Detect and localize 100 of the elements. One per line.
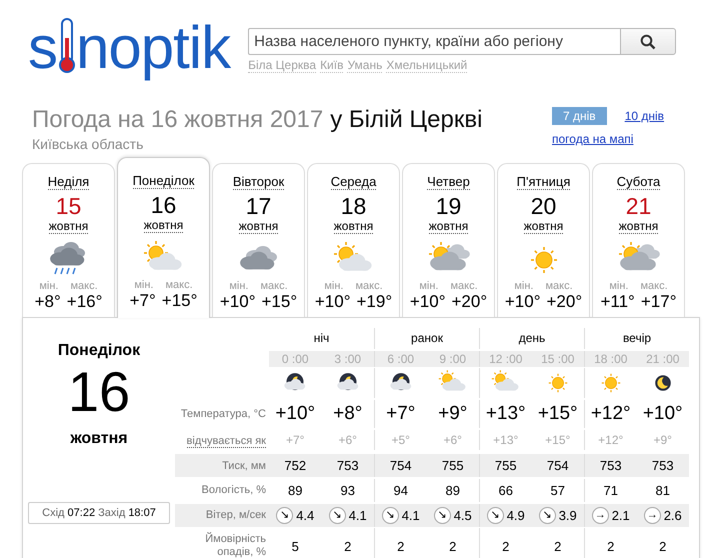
max-label: макс. xyxy=(640,280,668,292)
day-tab[interactable]: Неділя 15 жовтня мін. макс. +8° +16° xyxy=(22,163,115,317)
table-cell: 81 xyxy=(656,482,670,498)
day-number: 16 xyxy=(150,191,176,219)
table-cell: +8° xyxy=(333,402,362,425)
day-tab[interactable]: Понеділок 16 жовтня мін. макс. +7° +15° xyxy=(117,157,210,318)
row-label: Тиск, мм xyxy=(222,460,266,472)
weekday-link[interactable]: Вівторок xyxy=(232,174,284,190)
table-cell: 755 xyxy=(442,458,464,474)
table-cell: 89 xyxy=(446,482,460,498)
min-temp: +8° xyxy=(34,292,61,312)
day-tab[interactable]: Субота 21 жовтня мін. макс. +11° +17° xyxy=(592,163,685,317)
table-cell: 93 xyxy=(340,482,355,498)
row-label: Ймовірність опадів, % xyxy=(204,533,266,558)
table-cell: 2 xyxy=(344,540,352,553)
period-label: день xyxy=(518,331,546,345)
range-tab[interactable]: 10 днів xyxy=(624,109,664,123)
page-title: Погода на 16 жовтня 2017 xyxy=(32,106,324,134)
day-number: 21 xyxy=(626,192,652,220)
table-cell: 4.5 xyxy=(454,508,472,523)
month-title: жовтня xyxy=(70,430,128,448)
month-link[interactable]: жовтня xyxy=(238,220,278,234)
table-cell: +10° xyxy=(642,402,683,425)
min-label: мін. xyxy=(609,280,628,292)
max-temp: +20° xyxy=(546,292,582,312)
max-label: макс. xyxy=(450,280,478,292)
sun-times: Схід 07:22 Захід 18:07 xyxy=(28,502,170,524)
table-cell: 71 xyxy=(604,482,618,498)
min-label: мін. xyxy=(39,280,58,292)
max-temp: +19° xyxy=(356,292,392,312)
table-cell: 2 xyxy=(397,540,404,553)
table-cell: +9° xyxy=(438,402,468,425)
max-temp: +17° xyxy=(640,292,676,312)
max-label: макс. xyxy=(355,280,383,292)
max-temp: +16° xyxy=(66,292,102,312)
table-cell: 753 xyxy=(652,458,674,474)
row-label: Вітер, м/сек xyxy=(206,509,266,522)
table-cell: 755 xyxy=(494,458,517,474)
row-label[interactable]: відчувається як xyxy=(186,434,266,448)
row-label: Температура, °C xyxy=(180,408,266,420)
table-cell: +12° xyxy=(598,432,624,447)
table-cell: 4.9 xyxy=(506,508,525,523)
table-cell: +6° xyxy=(338,432,357,447)
weekday-link[interactable]: П'ятниця xyxy=(516,174,570,190)
day-tab[interactable]: Четвер 19 жовтня мін. макс. +10° +20° xyxy=(402,163,495,317)
max-temp: +20° xyxy=(452,292,488,312)
max-label: макс. xyxy=(545,280,573,292)
month-link[interactable]: жовтня xyxy=(428,220,468,234)
max-temp: +15° xyxy=(162,291,198,311)
logo-text[interactable]: noptik xyxy=(76,18,230,78)
month-link[interactable]: жовтня xyxy=(48,220,88,234)
wind-direction-icon: ↘ xyxy=(382,506,399,524)
table-cell: 2 xyxy=(607,540,614,553)
min-label: мін. xyxy=(514,280,534,292)
table-cell: 2 xyxy=(449,540,456,553)
search-icon xyxy=(640,34,656,50)
table-cell: 2 xyxy=(554,540,562,553)
table-cell: 57 xyxy=(550,482,565,498)
table-cell: 66 xyxy=(498,482,513,498)
logo-text[interactable]: s xyxy=(28,18,57,78)
table-cell: +10° xyxy=(275,402,316,425)
weekday-link[interactable]: Субота xyxy=(616,174,660,190)
day-tab[interactable]: Вівторок 17 жовтня мін. макс. +10° +15° xyxy=(212,163,305,317)
table-cell: 2.1 xyxy=(612,508,630,523)
table-cell: +12° xyxy=(590,402,631,425)
wind-direction-icon: → xyxy=(644,506,661,524)
time-label: 3 :00 xyxy=(334,352,362,366)
wind-direction-icon: ↘ xyxy=(328,506,346,524)
table-cell: +15° xyxy=(545,432,570,447)
min-temp: +10° xyxy=(314,292,350,312)
min-label: мін. xyxy=(324,280,344,292)
weekday-link[interactable]: Неділя xyxy=(48,174,90,190)
table-cell: 94 xyxy=(394,482,408,498)
table-cell: 754 xyxy=(390,458,412,474)
table-cell: +15° xyxy=(538,402,578,425)
table-cell: 2.6 xyxy=(664,508,682,523)
min-label: мін. xyxy=(134,279,154,291)
month-link[interactable]: жовтня xyxy=(524,220,564,234)
thermometer-icon xyxy=(59,18,75,74)
day-tab[interactable]: Середа 18 жовтня мін. макс. +10° +19° xyxy=(307,163,400,317)
weekday-link[interactable]: Четвер xyxy=(427,174,470,190)
month-link[interactable]: жовтня xyxy=(334,220,374,234)
max-label: макс. xyxy=(165,279,193,291)
day-number: 20 xyxy=(530,192,556,220)
period-label: ранок xyxy=(411,331,443,345)
time-label: 12 :00 xyxy=(489,352,522,366)
map-link[interactable]: погода на мапі xyxy=(552,132,634,146)
table-cell: +7° xyxy=(286,432,304,447)
weekday-link[interactable]: Середа xyxy=(330,174,376,190)
search-button[interactable] xyxy=(620,28,676,55)
max-label: макс. xyxy=(70,280,98,292)
table-cell: +9° xyxy=(654,432,672,447)
weekday-link[interactable]: Понеділок xyxy=(132,173,194,189)
day-tab[interactable]: П'ятниця 20 жовтня мін. макс. +10° +20° xyxy=(497,163,590,317)
min-temp: +10° xyxy=(220,292,256,312)
month-link[interactable]: жовтня xyxy=(144,219,184,233)
time-label: 0 :00 xyxy=(282,352,309,366)
search-field[interactable]: Назва населеного пункту, країни або регіону xyxy=(248,28,620,55)
table-cell: +13° xyxy=(486,402,526,425)
month-link[interactable]: жовтня xyxy=(618,220,658,234)
